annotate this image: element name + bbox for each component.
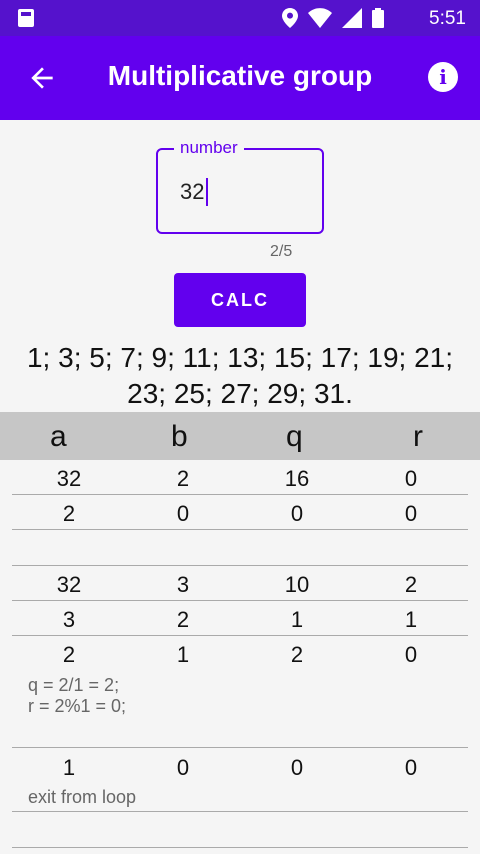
result-line-2: 23; 25; 27; 29; 31. [127,378,353,409]
cell-b: 0 [176,501,190,526]
row-note: exit from loop [28,787,137,807]
cell-a: 1 [62,755,76,780]
cell-b: 0 [176,755,190,780]
status-time: 5:51 [429,8,466,29]
text-cursor [206,178,208,206]
result-text: 1; 3; 5; 7; 9; 11; 13; 15; 17; 19; 21; 2… [20,340,460,412]
cell-b: 2 [176,607,190,632]
row-note: q = 2/1 = 2; r = 2%1 = 0; [28,675,126,717]
header-r: r [413,420,423,453]
info-icon[interactable]: i [428,62,458,92]
cell-b: 3 [176,572,190,597]
cell-a: 3 [62,607,76,632]
cell-r: 2 [404,572,418,597]
table-row: 32 3 10 2 [12,566,468,601]
result-line-1: 1; 3; 5; 7; 9; 11; 13; 15; 17; 19; 21; [26,342,453,373]
number-input[interactable] [178,178,302,206]
cell-a: 2 [62,642,76,667]
cell-a: 32 [56,572,82,597]
wifi-icon [308,8,332,28]
table-row-empty [12,530,468,566]
cell-q: 16 [284,466,310,491]
cell-q: 2 [290,642,304,667]
app-bar: Multiplicative group i [0,36,480,120]
cell-a: 32 [56,466,82,491]
cell-q: 1 [290,607,304,632]
table-row: 3 2 1 1 [12,601,468,636]
calc-button[interactable]: CALC [174,273,306,327]
signal-icon [342,8,362,28]
cell-q: 0 [290,501,304,526]
number-field[interactable]: number [156,138,324,234]
table-row: 2 0 0 0 [12,495,468,530]
page-title: Multiplicative group [107,60,373,91]
char-counter: 2/5 [270,243,293,260]
table-row: 1 0 0 0 exit from loop [12,748,468,812]
cell-q: 10 [284,572,310,597]
table-row: 32 2 16 0 [12,462,468,495]
header-b: b [171,420,188,453]
table-row: 2 1 2 0 q = 2/1 = 2; r = 2%1 = 0; [12,636,468,748]
cell-r: 0 [404,755,418,780]
table-header: a b q r [0,412,480,460]
cell-b: 1 [176,642,190,667]
row-note-line: r = 2%1 = 0; [28,696,127,716]
header-a: a [50,420,67,453]
sd-card-icon [18,9,34,27]
cell-r: 0 [404,466,418,491]
location-icon [282,8,298,28]
cell-b: 2 [176,466,190,491]
table-row-empty [12,812,468,848]
status-icons [282,8,384,28]
cell-q: 0 [290,755,304,780]
row-note-line: q = 2/1 = 2; [28,675,120,695]
header-q: q [286,420,303,453]
cell-r: 1 [404,607,418,632]
number-field-label: number [174,138,244,158]
cell-r: 0 [404,642,418,667]
battery-icon [372,8,384,28]
cell-a: 2 [62,501,76,526]
cell-r: 0 [404,501,418,526]
status-bar: 5:51 [0,0,480,36]
